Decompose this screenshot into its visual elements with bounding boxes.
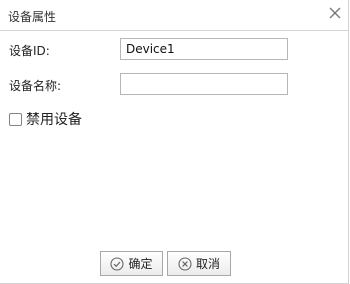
device-id-label: 设备ID: [9, 44, 50, 58]
device-name-label: 设备名称: [9, 79, 62, 93]
cancel-button[interactable]: 取消 [167, 251, 231, 276]
dialog-title: 设备属性 [8, 10, 57, 24]
ok-button[interactable]: 确定 [100, 251, 163, 276]
cancel-button-label: 取消 [195, 257, 220, 271]
device-id-input[interactable] [120, 38, 288, 60]
check-circle-icon [110, 256, 125, 271]
ok-button-label: 确定 [128, 257, 153, 271]
close-icon[interactable] [328, 6, 342, 20]
disable-device-option[interactable]: 禁用设备 [9, 110, 82, 128]
x-circle-icon [178, 256, 192, 271]
disable-device-label: 禁用设备 [26, 112, 82, 128]
device-properties-dialog: 设备属性 设备ID: 设备名称: 禁用设备 确定 [0, 0, 349, 284]
disable-device-checkbox[interactable] [9, 112, 22, 126]
dialog-titlebar: 设备属性 [0, 0, 348, 31]
device-name-input[interactable] [120, 73, 288, 95]
